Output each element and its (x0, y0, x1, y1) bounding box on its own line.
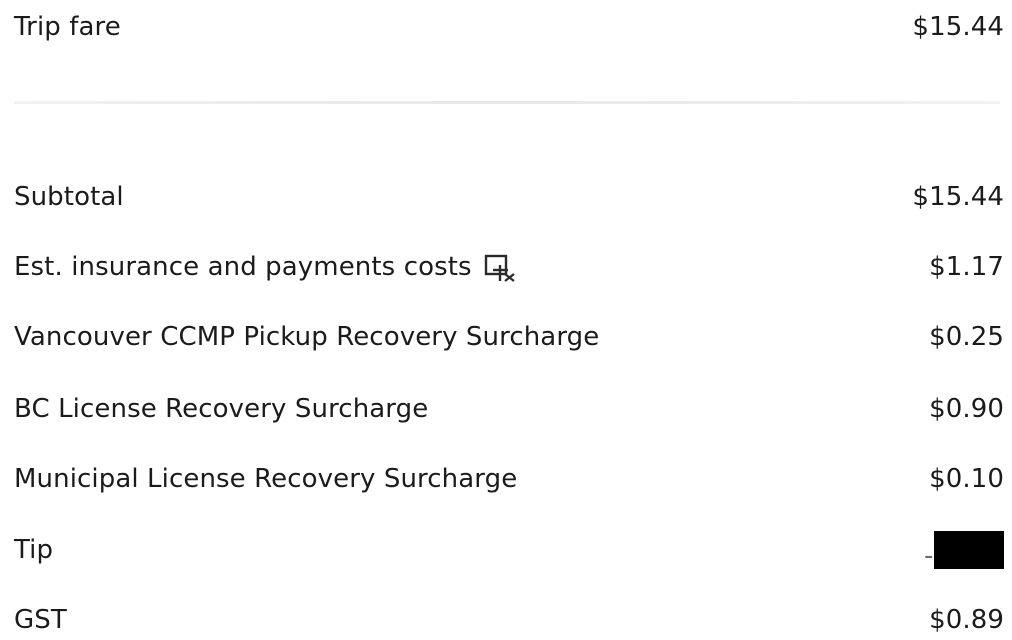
gst-amount: $0.89 (929, 605, 1004, 635)
trip-fare-row: Trip fare $15.44 (14, 7, 1004, 47)
tip-amount-redacted: -$ (924, 531, 1004, 571)
municipal-license-amount: $0.10 (929, 464, 1004, 494)
trip-fare-label: Trip fare (14, 12, 121, 42)
insurance-amount: $1.17 (929, 252, 1004, 282)
ccmp-surcharge-row: Vancouver CCMP Pickup Recovery Surcharge… (14, 317, 1004, 357)
subtotal-label: Subtotal (14, 182, 124, 212)
bc-license-label: BC License Recovery Surcharge (14, 394, 429, 424)
trip-fare-amount: $15.44 (912, 12, 1004, 42)
municipal-license-label: Municipal License Recovery Surcharge (14, 464, 518, 494)
redaction-block (934, 531, 1004, 569)
bc-license-row: BC License Recovery Surcharge $0.90 (14, 389, 1004, 429)
info-icon[interactable] (484, 253, 518, 283)
insurance-label-group: Est. insurance and payments costs (14, 252, 518, 282)
insurance-row: Est. insurance and payments costs $1.17 (14, 247, 1004, 287)
gst-row: GST $0.89 (14, 600, 1004, 640)
ccmp-surcharge-label: Vancouver CCMP Pickup Recovery Surcharge (14, 322, 600, 352)
tip-row: Tip -$ (14, 530, 1004, 571)
bc-license-amount: $0.90 (929, 394, 1004, 424)
gst-label: GST (14, 605, 67, 635)
tip-label: Tip (14, 535, 54, 565)
insurance-label: Est. insurance and payments costs (14, 252, 472, 282)
ccmp-surcharge-amount: $0.25 (929, 322, 1004, 352)
subtotal-row: Subtotal $15.44 (14, 177, 1004, 217)
section-divider (14, 101, 1000, 104)
municipal-license-row: Municipal License Recovery Surcharge $0.… (14, 459, 1004, 499)
subtotal-amount: $15.44 (912, 182, 1004, 212)
